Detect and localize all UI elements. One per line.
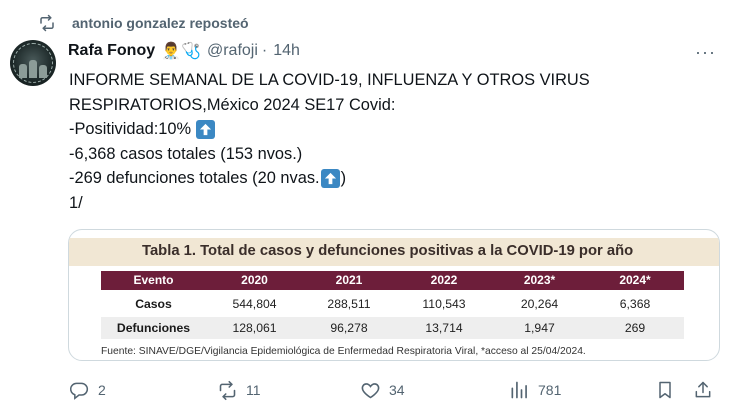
- table-cell: 288,511: [327, 297, 371, 311]
- table-cell: 544,804: [232, 297, 277, 311]
- analytics-icon: [508, 379, 530, 401]
- tweet-line: 1/: [69, 193, 83, 212]
- table-row: Defunciones 128,061 96,278 13,714 1,947 …: [101, 317, 684, 339]
- like-button[interactable]: 34: [359, 378, 405, 402]
- table-cell: 269: [624, 321, 646, 335]
- avatar-figure: [39, 65, 47, 78]
- repost-icon: [216, 379, 238, 401]
- table-cell: 110,543: [422, 297, 466, 311]
- table-header-cell: Evento: [133, 273, 174, 287]
- tweet-line: INFORME SEMANAL DE LA COVID-19, INFLUENZ…: [69, 71, 590, 89]
- share-icon: [692, 379, 714, 401]
- table-cell: 13,714: [425, 321, 463, 335]
- table-header-cell: 2023*: [523, 273, 556, 287]
- repost-icon: [38, 13, 58, 33]
- reply-icon: [68, 379, 90, 401]
- bookmark-button[interactable]: [654, 378, 684, 402]
- tweet-line: -Positividad:10%: [69, 117, 719, 142]
- tweet-header: Rafa Fonoy 👨‍⚕️🩺 @rafoji · 14h: [68, 40, 300, 62]
- bookmark-icon: [654, 379, 676, 401]
- repost-count: 11: [246, 382, 261, 398]
- views-button[interactable]: 781: [508, 378, 561, 402]
- views-count: 781: [538, 382, 562, 398]
- reply-button[interactable]: 2: [68, 378, 106, 402]
- heart-icon: [359, 379, 381, 401]
- table-cell: 128,061: [232, 321, 277, 335]
- tweet-line: -269 defunciones totales (20 nvas. ): [69, 168, 347, 188]
- avatar-figure: [29, 60, 37, 78]
- table-cell: 1,947: [524, 321, 555, 335]
- table-cell: 96,278: [330, 321, 368, 335]
- tweet-action-bar: 2 11 34 781: [0, 378, 738, 402]
- tweet-line: RESPIRATORIOS,México 2024 SE17 Covid:: [69, 95, 396, 114]
- table-cell: Casos: [135, 297, 172, 311]
- up-arrow-icon: [196, 119, 216, 139]
- avatar-figure: [19, 64, 27, 78]
- table-header-cell: 2020: [241, 273, 268, 287]
- author-handle[interactable]: @rafoji: [207, 42, 258, 60]
- table-cell: Defunciones: [116, 321, 191, 335]
- table-header-row: Evento 2020 2021 2022 2023* 2024*: [101, 271, 684, 290]
- tweet-media-image[interactable]: Tabla 1. Total de casos y defunciones po…: [68, 229, 720, 361]
- avatar[interactable]: [10, 40, 56, 86]
- table-title: Tabla 1. Total de casos y defunciones po…: [142, 243, 634, 259]
- repost-user-link[interactable]: antonio gonzalez reposteó: [72, 15, 249, 31]
- more-options-icon[interactable]: ···: [695, 42, 716, 63]
- repost-context: antonio gonzalez reposteó: [38, 12, 249, 34]
- up-arrow-icon: [320, 168, 340, 188]
- separator-dot: ·: [261, 42, 268, 59]
- table-row: Casos 544,804 288,511 110,543 20,264 6,3…: [101, 293, 684, 315]
- table-cell: 20,264: [520, 297, 559, 311]
- tweet-text: INFORME SEMANAL DE LA COVID-19, INFLUENZ…: [69, 68, 719, 215]
- like-count: 34: [389, 382, 405, 398]
- author-emojis: 👨‍⚕️🩺: [161, 43, 201, 60]
- repost-button[interactable]: 11: [216, 378, 261, 402]
- tweet-line: -6,368 casos totales (153 nvos.): [69, 144, 303, 163]
- share-button[interactable]: [692, 378, 722, 402]
- table-cell: 6,368: [619, 297, 651, 311]
- timestamp-link[interactable]: 14h: [273, 42, 300, 60]
- reply-count: 2: [98, 382, 106, 398]
- table-header-cell: 2022: [430, 273, 458, 287]
- table-source-note: Fuente: SINAVE/DGE/Vigilancia Epidemioló…: [101, 346, 586, 357]
- table-header-cell: 2021: [335, 273, 363, 287]
- table-header-cell: 2024*: [619, 273, 651, 287]
- author-name[interactable]: Rafa Fonoy: [68, 42, 155, 60]
